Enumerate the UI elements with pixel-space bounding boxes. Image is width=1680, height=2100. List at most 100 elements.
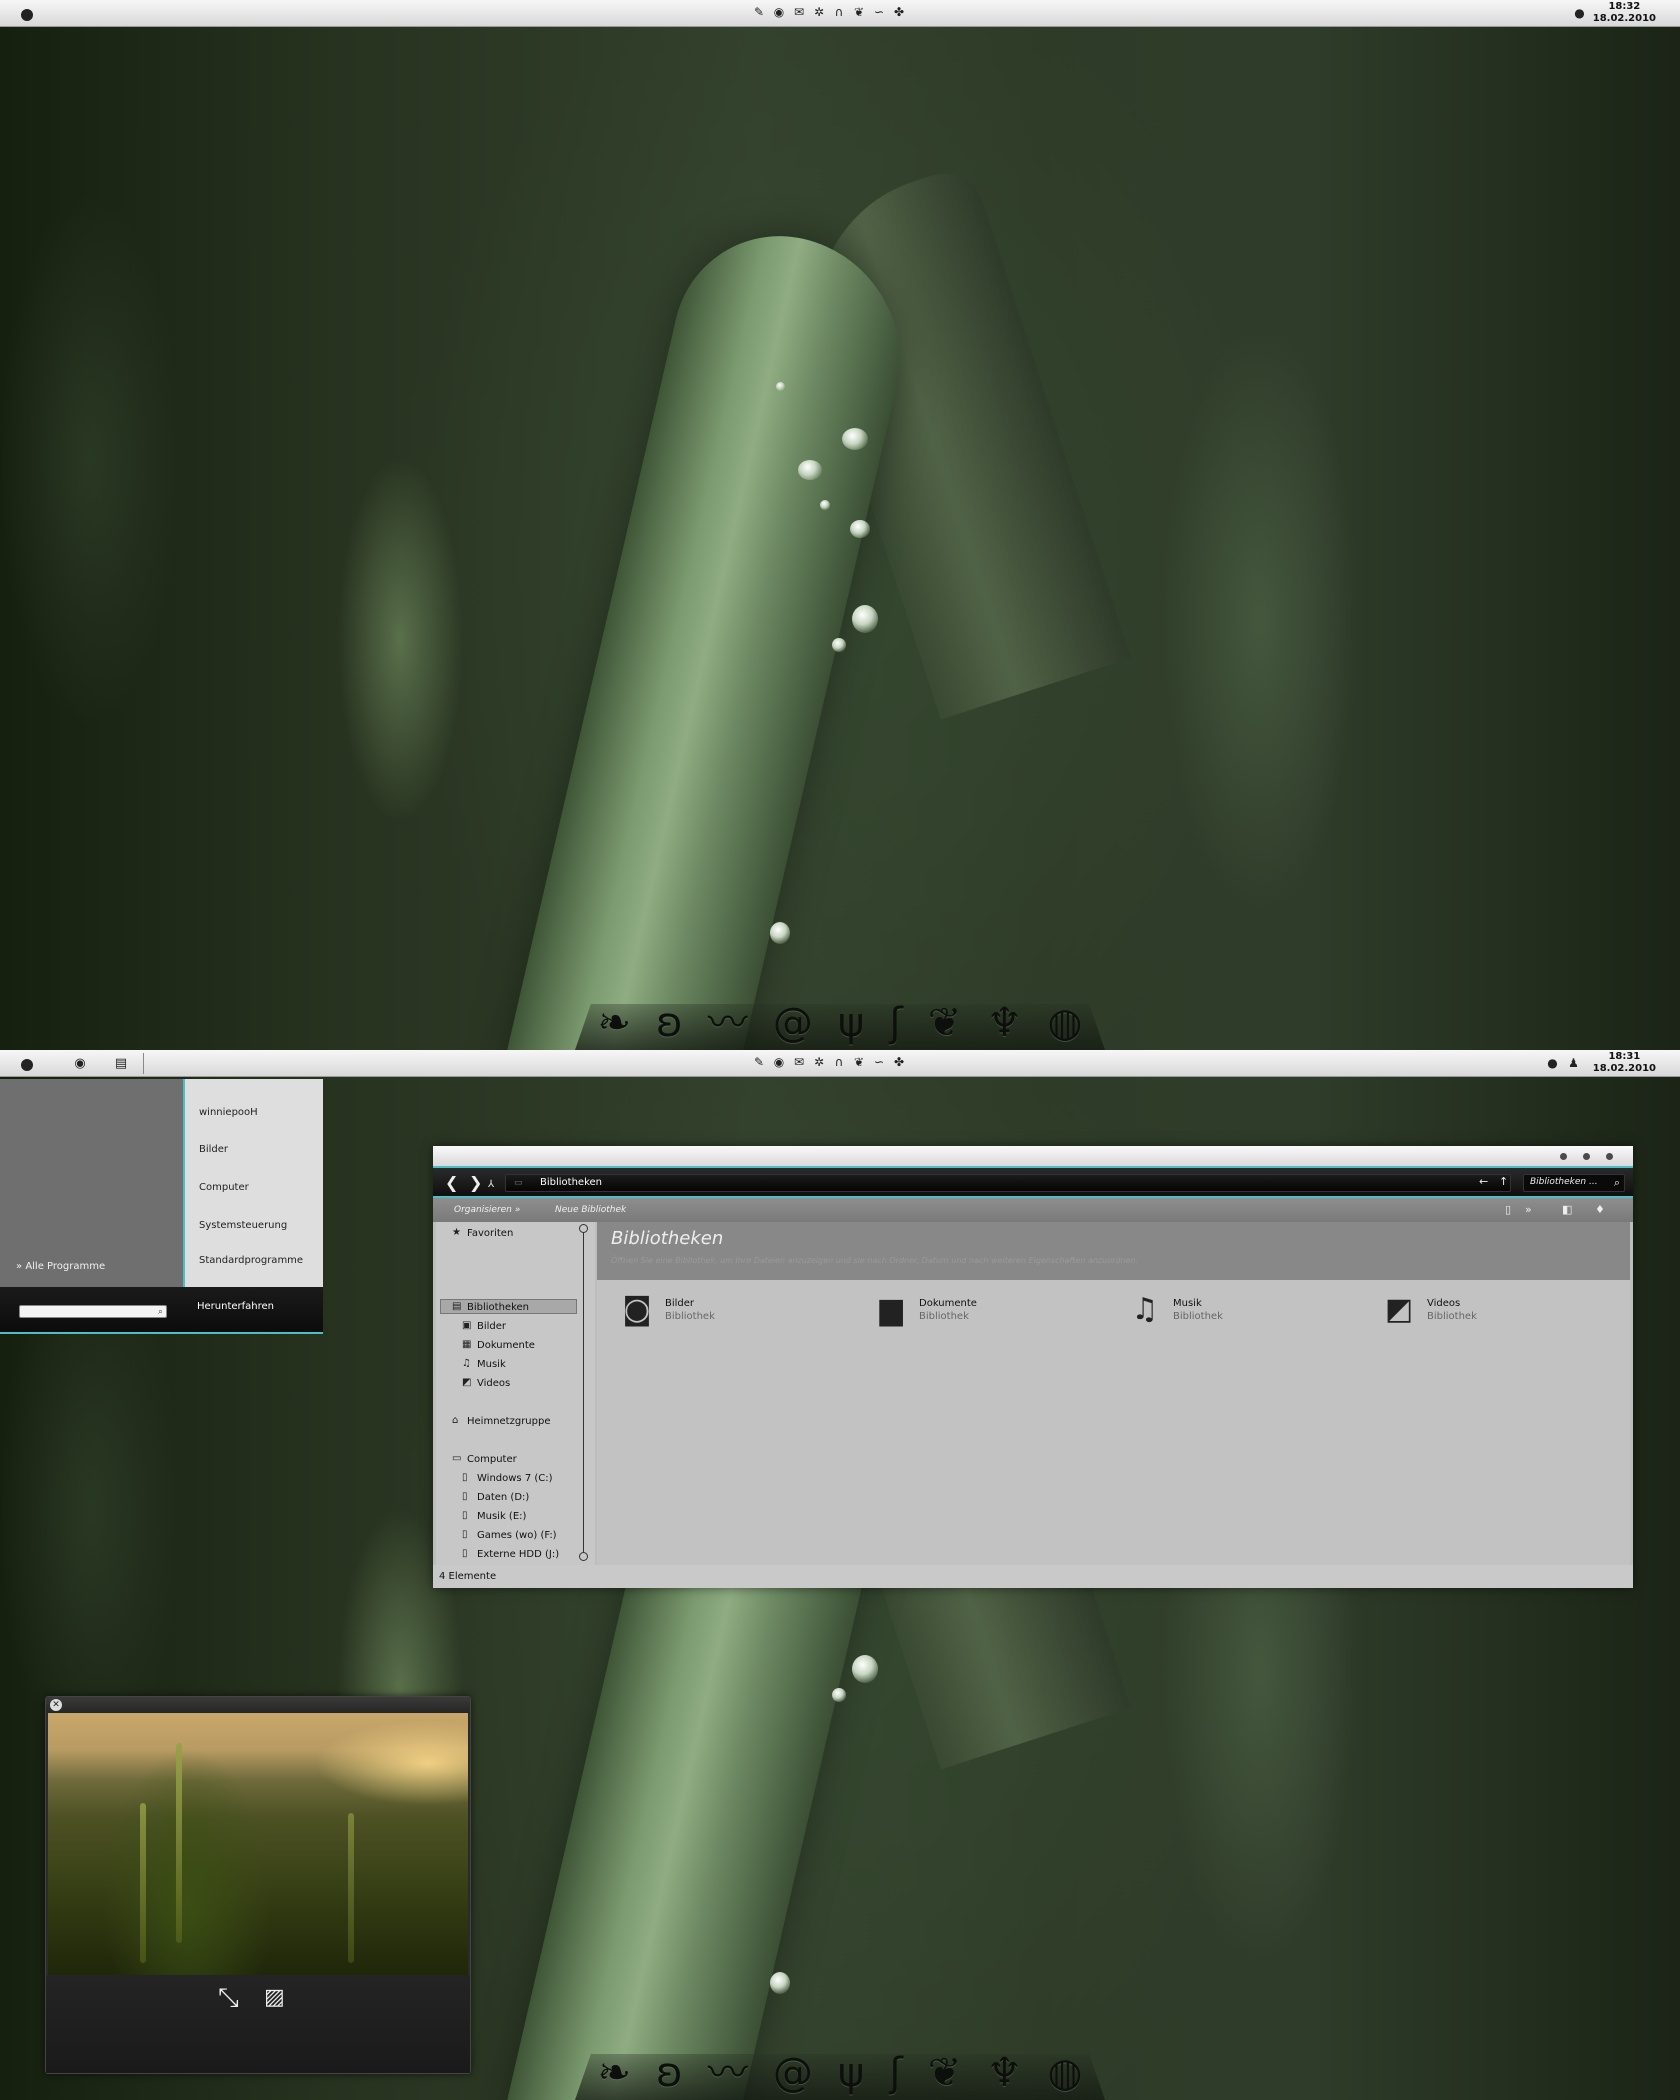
link-icon[interactable]: ∽ [872, 1055, 886, 1069]
dock-spiral-icon[interactable]: @ [773, 2050, 813, 2096]
preview-pane-icon[interactable]: ◧ [1562, 1203, 1572, 1216]
minimize-button[interactable] [1560, 1153, 1567, 1160]
dock-hook-icon[interactable]: ʃ [889, 2050, 902, 2096]
item-count: 4 Elemente [439, 1571, 497, 1582]
tray-orb-icon[interactable]: ● [1546, 1057, 1559, 1070]
start-menu-item-bilder[interactable]: Bilder [199, 1144, 228, 1155]
start-search-input[interactable]: ⌕ [19, 1305, 167, 1318]
pen-icon[interactable]: ✎ [752, 1055, 766, 1069]
slideshow-photo[interactable] [48, 1713, 468, 1975]
dock-swirl-icon[interactable]: ʚ [656, 2050, 683, 2096]
nav-library-videos[interactable]: Videos [477, 1378, 510, 1389]
dock-hook-icon[interactable]: ʃ [889, 1000, 902, 1046]
nav-library-bilder[interactable]: Bilder [477, 1321, 506, 1332]
more-options-icon[interactable]: » [1525, 1203, 1532, 1216]
firefox-icon[interactable]: ◉ [772, 5, 786, 19]
all-programs-label: Alle Programme [25, 1261, 106, 1272]
expand-icon[interactable]: ⤡ [218, 1983, 239, 2013]
dock-leaf-icon[interactable]: ❧ [598, 2050, 632, 2096]
organize-button[interactable]: Organisieren » [454, 1205, 520, 1215]
dock-drop-icon[interactable]: ◍ [1047, 2050, 1082, 2096]
start-orb[interactable] [21, 1059, 33, 1071]
close-button[interactable] [1606, 1153, 1613, 1160]
nav-computer[interactable]: Computer [467, 1454, 517, 1465]
dock-plant-icon[interactable]: ❦ [928, 1000, 962, 1046]
view-options-icon[interactable]: ▯ [1505, 1203, 1511, 1216]
dock-drop-icon[interactable]: ◍ [1047, 1000, 1082, 1046]
clock[interactable]: 18:32 18.02.2010 [1593, 1, 1656, 25]
window-titlebar[interactable] [433, 1146, 1633, 1166]
dock-feather-icon[interactable]: 〰 [708, 1000, 748, 1046]
nav-drive-e[interactable]: Musik (E:) [477, 1511, 526, 1522]
library-type: Bibliothek [919, 1311, 969, 1322]
dock-feather-icon[interactable]: 〰 [708, 2050, 748, 2096]
nav-favorites[interactable]: Favoriten [467, 1228, 513, 1239]
settings-icon[interactable]: ✲ [812, 5, 826, 19]
gadget-titlebar[interactable]: ✕ [46, 1697, 470, 1713]
breadcrumb[interactable]: ▭ Bibliotheken [505, 1174, 1511, 1192]
nav-scrollbar-track[interactable] [583, 1232, 584, 1552]
gamepad-icon[interactable]: ✤ [892, 5, 906, 19]
nav-homegroup[interactable]: Heimnetzgruppe [467, 1416, 551, 1427]
back-button[interactable]: ❮ [445, 1174, 458, 1192]
dock-lotus-icon[interactable]: ♆ [987, 1000, 1023, 1046]
gamepad-icon[interactable]: ✤ [892, 1055, 906, 1069]
dock-swirl-icon[interactable]: ʚ [656, 1000, 683, 1046]
tray-user-icon[interactable]: ♟ [1567, 1057, 1580, 1070]
all-programs-button[interactable]: » Alle Programme [16, 1261, 105, 1272]
start-orb[interactable] [21, 9, 33, 21]
settings-icon[interactable]: ✲ [812, 1055, 826, 1069]
breadcrumb-item[interactable]: Bibliotheken [540, 1177, 602, 1188]
recent-pages-icon[interactable]: ⅄ [488, 1176, 494, 1194]
headphones-icon[interactable]: ∩ [832, 5, 846, 19]
dock-lotus-icon[interactable]: ♆ [987, 2050, 1023, 2096]
search-icon[interactable]: ⌕ [158, 1306, 163, 1318]
nav-drive-f[interactable]: Games (wo) (F:) [477, 1530, 557, 1541]
shutdown-button[interactable]: Herunterfahren [197, 1301, 274, 1312]
dock-plant-icon[interactable]: ❦ [928, 2050, 962, 2096]
dock-leaf-icon[interactable]: ❧ [598, 1000, 632, 1046]
library-name: Dokumente [919, 1298, 977, 1309]
nav-scroll-down-handle[interactable] [579, 1552, 588, 1561]
close-icon[interactable]: ✕ [50, 1699, 62, 1711]
content-pane: Bibliotheken Öffnen Sie eine Bibliothek,… [597, 1222, 1630, 1565]
leaf-icon[interactable]: ❦ [852, 5, 866, 19]
dock-spiral-icon[interactable]: @ [773, 1000, 813, 1046]
drive-icon: ▯ [462, 1472, 468, 1483]
mail-icon[interactable]: ✉ [792, 1055, 806, 1069]
start-menu-item-systemsteuerung[interactable]: Systemsteuerung [199, 1220, 287, 1231]
headphones-icon[interactable]: ∩ [832, 1055, 846, 1069]
nav-library-musik[interactable]: Musik [477, 1359, 506, 1370]
pen-icon[interactable]: ✎ [752, 5, 766, 19]
dock-sprout-icon[interactable]: ψ [838, 2050, 864, 2096]
wheat-stalk [176, 1743, 182, 1943]
clock-time: 18:32 [1608, 1, 1641, 12]
dock-sprout-icon[interactable]: ψ [838, 1000, 864, 1046]
clock[interactable]: 18:31 18.02.2010 [1593, 1051, 1656, 1075]
search-icon[interactable]: ⌕ [1614, 1176, 1620, 1190]
nav-drive-d[interactable]: Daten (D:) [477, 1492, 529, 1503]
nav-library-dokumente[interactable]: Dokumente [477, 1340, 535, 1351]
mail-icon[interactable]: ✉ [792, 5, 806, 19]
start-menu-item-computer[interactable]: Computer [199, 1182, 249, 1193]
link-icon[interactable]: ∽ [872, 5, 886, 19]
start-menu-item-standardprogramme[interactable]: Standardprogramme [199, 1255, 303, 1266]
up-arrow-icon[interactable]: ↑ [1499, 1175, 1508, 1188]
nav-drive-j[interactable]: Externe HDD (J:) [477, 1549, 559, 1560]
nav-scroll-up-handle[interactable] [579, 1224, 588, 1233]
tray-orb-icon[interactable]: ● [1573, 7, 1586, 20]
refresh-arrow-icon[interactable]: ← [1479, 1175, 1488, 1188]
start-menu-user[interactable]: winniepooH [199, 1107, 258, 1118]
explorer-search-input[interactable]: Bibliotheken ... ⌕ [1523, 1174, 1625, 1192]
help-icon[interactable]: ♦ [1595, 1203, 1605, 1216]
firefox-taskbar-icon[interactable]: ◉ [72, 1056, 88, 1072]
leaf-icon[interactable]: ❦ [852, 1055, 866, 1069]
photo-icon[interactable]: ▨ [264, 1983, 285, 2013]
forward-button[interactable]: ❯ [469, 1174, 482, 1192]
new-library-button[interactable]: Neue Bibliothek [555, 1205, 626, 1215]
nav-drive-c[interactable]: Windows 7 (C:) [477, 1473, 553, 1484]
maximize-button[interactable] [1583, 1153, 1590, 1160]
firefox-icon[interactable]: ◉ [772, 1055, 786, 1069]
explorer-taskbar-icon[interactable]: ▤ [113, 1056, 129, 1072]
nav-libraries[interactable]: Bibliotheken [467, 1302, 529, 1313]
